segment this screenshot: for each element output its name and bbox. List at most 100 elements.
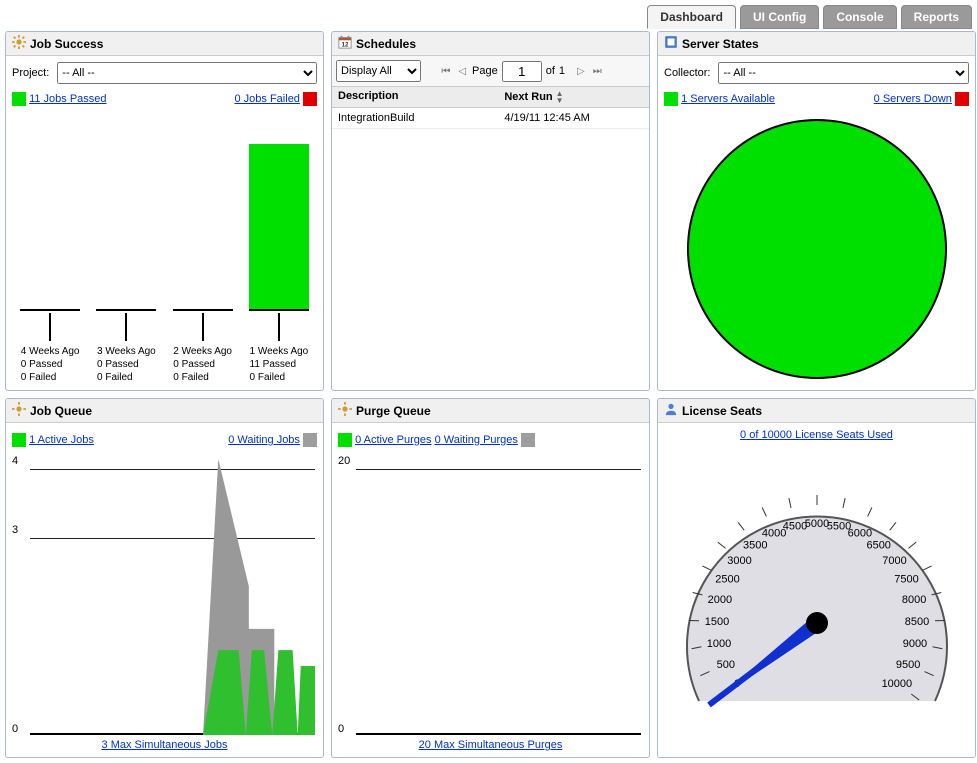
page-of-label: of bbox=[546, 65, 555, 77]
project-filter-label: Project: bbox=[12, 67, 49, 79]
max-jobs-link[interactable]: 3 Max Simultaneous Jobs bbox=[102, 739, 228, 751]
swatch-grey bbox=[521, 433, 535, 447]
bar-label: 0 Failed bbox=[250, 371, 309, 384]
svg-text:2500: 2500 bbox=[715, 573, 739, 585]
panel-purge-queue: Purge Queue 0 Active Purges 0 Waiting Pu… bbox=[331, 398, 650, 758]
svg-text:3500: 3500 bbox=[743, 539, 767, 551]
swatch-green bbox=[338, 433, 352, 447]
bar-label: 1 Weeks Ago bbox=[250, 345, 309, 358]
bar-label: 0 Failed bbox=[97, 371, 156, 384]
license-seats-link[interactable]: 0 of 10000 License Seats Used bbox=[740, 429, 893, 441]
page-number-input[interactable] bbox=[502, 61, 542, 82]
axis-label: 4 bbox=[12, 455, 18, 467]
panel-title-label: Schedules bbox=[356, 37, 416, 51]
bar-label: 4 Weeks Ago bbox=[21, 345, 80, 358]
swatch-red bbox=[955, 92, 969, 106]
max-purges-link[interactable]: 20 Max Simultaneous Purges bbox=[419, 739, 563, 751]
active-jobs-link[interactable]: 1 Active Jobs bbox=[29, 434, 94, 446]
cell-next-run: 4/19/11 12:45 AM bbox=[504, 112, 643, 124]
column-next-run[interactable]: Next Run ▲▼ bbox=[504, 90, 643, 104]
svg-text:10000: 10000 bbox=[881, 678, 912, 690]
gear-icon bbox=[12, 35, 26, 52]
panel-title-label: Server States bbox=[682, 37, 759, 51]
swatch-green bbox=[664, 92, 678, 106]
axis-label: 3 bbox=[12, 524, 18, 536]
svg-text:9500: 9500 bbox=[895, 659, 919, 671]
server-icon bbox=[664, 35, 678, 52]
gear-icon bbox=[12, 402, 26, 419]
bar-label: 3 Weeks Ago bbox=[97, 345, 156, 358]
axis-label: 0 bbox=[12, 723, 18, 735]
bar-label: 0 Passed bbox=[173, 358, 232, 371]
tab-dashboard[interactable]: Dashboard bbox=[647, 5, 736, 29]
panel-title-label: Purge Queue bbox=[356, 404, 431, 418]
page-label: Page bbox=[472, 65, 498, 77]
page-prev-icon[interactable]: ◁ bbox=[456, 66, 468, 77]
svg-text:3000: 3000 bbox=[727, 555, 751, 567]
svg-text:6500: 6500 bbox=[866, 539, 890, 551]
axis-label: 20 bbox=[338, 455, 350, 467]
sort-icon: ▲▼ bbox=[556, 90, 564, 104]
server-states-pie-chart bbox=[687, 119, 947, 379]
panel-license-seats: License Seats 0 of 10000 License Seats U… bbox=[657, 398, 976, 758]
panel-job-queue: Job Queue 1 Active Jobs 0 Waiting Jobs 0… bbox=[5, 398, 324, 758]
page-total-label: 1 bbox=[559, 65, 565, 77]
tab-bar: Dashboard UI Config Console Reports bbox=[5, 5, 972, 29]
user-icon bbox=[664, 402, 678, 419]
cell-description: IntegrationBuild bbox=[338, 112, 504, 124]
page-last-icon[interactable]: ⏭ bbox=[591, 66, 604, 77]
jobs-passed-link[interactable]: 11 Jobs Passed bbox=[29, 93, 106, 105]
schedules-list[interactable]: IntegrationBuild 4/19/11 12:45 AM bbox=[332, 108, 649, 390]
tab-console[interactable]: Console bbox=[823, 5, 896, 29]
bar-label: 0 Failed bbox=[21, 371, 80, 384]
panel-server-states: Server States Collector: -- All -- 1 Ser… bbox=[657, 31, 976, 391]
swatch-green bbox=[12, 92, 26, 106]
jobs-failed-link[interactable]: 0 Jobs Failed bbox=[235, 93, 300, 105]
table-row[interactable]: IntegrationBuild 4/19/11 12:45 AM bbox=[332, 108, 649, 129]
column-description[interactable]: Description bbox=[338, 90, 504, 104]
display-filter-select[interactable]: Display All bbox=[336, 60, 421, 82]
axis-label: 0 bbox=[338, 723, 344, 735]
svg-text:2000: 2000 bbox=[707, 594, 731, 606]
page-first-icon[interactable]: ⏮ bbox=[439, 66, 452, 77]
swatch-red bbox=[303, 92, 317, 106]
svg-text:1500: 1500 bbox=[704, 616, 728, 628]
svg-text:5000: 5000 bbox=[804, 518, 828, 530]
gear-icon bbox=[338, 402, 352, 419]
tab-reports[interactable]: Reports bbox=[901, 5, 972, 29]
bar-label: 2 Weeks Ago bbox=[173, 345, 232, 358]
project-filter-select[interactable]: -- All -- bbox=[57, 62, 317, 84]
bar-label: 0 Passed bbox=[97, 358, 156, 371]
page-next-icon[interactable]: ▷ bbox=[575, 66, 587, 77]
svg-text:7500: 7500 bbox=[894, 573, 918, 585]
swatch-grey bbox=[303, 433, 317, 447]
svg-text:9000: 9000 bbox=[902, 638, 926, 650]
panel-title-label: License Seats bbox=[682, 404, 762, 418]
panel-schedules: 12 Schedules Display All ⏮ ◁ Page of 1 ▷… bbox=[331, 31, 650, 391]
svg-text:8000: 8000 bbox=[901, 594, 925, 606]
active-purges-link[interactable]: 0 Active Purges bbox=[355, 434, 431, 446]
svg-text:12: 12 bbox=[342, 41, 349, 48]
job-queue-chart: 0 3 4 bbox=[30, 459, 315, 735]
license-gauge: 0500100015002000250030003500400045005000… bbox=[667, 463, 967, 733]
servers-available-link[interactable]: 1 Servers Available bbox=[681, 93, 775, 105]
svg-text:4500: 4500 bbox=[782, 520, 806, 532]
svg-text:8500: 8500 bbox=[904, 616, 928, 628]
job-success-chart: 4 Weeks Ago 0 Passed 0 Failed 3 Weeks Ag… bbox=[12, 114, 317, 388]
collector-filter-label: Collector: bbox=[664, 67, 710, 79]
svg-text:1000: 1000 bbox=[706, 638, 730, 650]
waiting-jobs-link[interactable]: 0 Waiting Jobs bbox=[228, 434, 300, 446]
svg-text:500: 500 bbox=[716, 659, 734, 671]
waiting-purges-link[interactable]: 0 Waiting Purges bbox=[435, 434, 518, 446]
calendar-icon: 12 bbox=[338, 35, 352, 52]
servers-down-link[interactable]: 0 Servers Down bbox=[874, 93, 952, 105]
svg-text:7000: 7000 bbox=[882, 555, 906, 567]
bar-label: 0 Failed bbox=[173, 371, 232, 384]
collector-filter-select[interactable]: -- All -- bbox=[718, 62, 969, 84]
panel-job-success: Job Success Project: -- All -- 11 Jobs P… bbox=[5, 31, 324, 391]
panel-title-label: Job Success bbox=[30, 37, 103, 51]
tab-ui-config[interactable]: UI Config bbox=[740, 5, 819, 29]
svg-text:6000: 6000 bbox=[847, 528, 871, 540]
bar-label: 0 Passed bbox=[21, 358, 80, 371]
purge-queue-chart: 0 20 bbox=[356, 459, 641, 735]
